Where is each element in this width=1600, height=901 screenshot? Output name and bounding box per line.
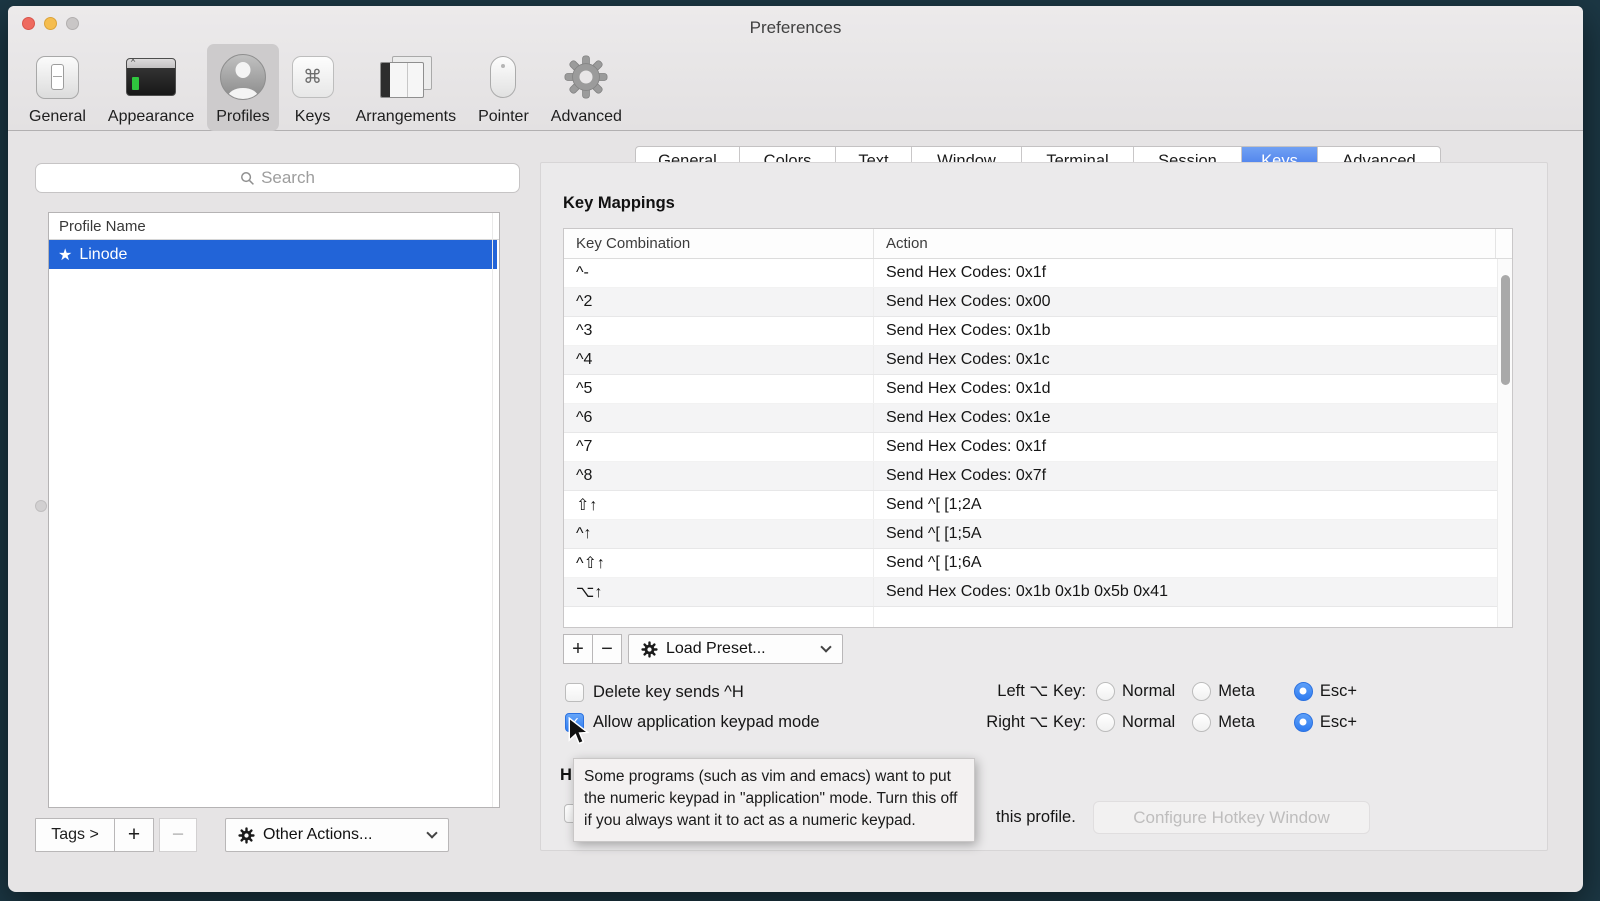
search-input[interactable]: Search: [35, 163, 520, 193]
gear-icon: [238, 827, 255, 844]
right-option-esc[interactable]: Esc+: [1294, 713, 1357, 732]
toolbar-item-profiles[interactable]: Profiles: [207, 44, 278, 131]
table-row[interactable]: ^7Send Hex Codes: 0x1f: [564, 433, 1512, 462]
left-option-esc[interactable]: Esc+: [1294, 682, 1357, 701]
toolbar-item-arrangements[interactable]: Arrangements: [347, 44, 466, 131]
table-row[interactable]: ^3Send Hex Codes: 0x1b: [564, 317, 1512, 346]
profile-row-linode[interactable]: ★ Linode: [49, 240, 497, 269]
left-option-key-label: Left ⌥ Key:: [964, 681, 1086, 701]
search-placeholder: Search: [261, 168, 315, 188]
column-header-key-combination[interactable]: Key Combination: [564, 229, 874, 258]
remove-mapping-button[interactable]: −: [592, 634, 622, 664]
chevron-down-icon: [820, 641, 831, 652]
right-option-normal[interactable]: Normal: [1096, 713, 1175, 732]
mouse-cursor-icon: [567, 717, 593, 747]
star-icon: ★: [58, 245, 72, 265]
toolbar-item-keys[interactable]: ⌘ Keys: [283, 44, 343, 131]
key-mapping-controls: + − Load Preset...: [563, 634, 843, 664]
other-actions-dropdown[interactable]: Other Actions...: [225, 818, 449, 852]
keypad-mode-checkbox-row: ✓ Allow application keypad mode: [565, 713, 820, 732]
column-header-action[interactable]: Action: [874, 229, 1496, 258]
other-actions-label: Other Actions...: [263, 826, 372, 844]
window-title: Preferences: [8, 18, 1583, 38]
left-option-key-group: Left ⌥ Key: Normal Meta Esc+: [964, 681, 1357, 701]
keypad-mode-label: Allow application keypad mode: [593, 713, 820, 732]
table-row[interactable]: ^4Send Hex Codes: 0x1c: [564, 346, 1512, 375]
toolbar-item-pointer[interactable]: Pointer: [469, 44, 538, 131]
table-row[interactable]: ^-Send Hex Codes: 0x1f: [564, 259, 1512, 288]
advanced-gear-icon: [563, 51, 609, 103]
remove-profile-button[interactable]: −: [159, 818, 197, 852]
left-option-meta[interactable]: Meta: [1192, 682, 1255, 701]
table-row[interactable]: ^⇧↑Send ^[ [1;6A: [564, 549, 1512, 578]
table-row[interactable]: ⇧↑Send ^[ [1;2A: [564, 491, 1512, 520]
toolbar-item-advanced[interactable]: Advanced: [542, 44, 631, 131]
delete-key-checkbox-row: Delete key sends ^H: [565, 683, 744, 702]
general-icon: [36, 51, 79, 103]
table-header: Key Combination Action: [564, 229, 1512, 259]
right-option-meta[interactable]: Meta: [1192, 713, 1255, 732]
sidebar-footer: Tags > + − Other Actions...: [35, 818, 475, 852]
table-row-partial: [564, 607, 1512, 628]
gear-icon: [641, 641, 658, 658]
search-icon: [240, 171, 255, 186]
add-profile-button[interactable]: +: [114, 818, 154, 852]
hotkey-heading-fragment: H: [560, 766, 572, 785]
appearance-icon: [126, 51, 176, 103]
key-mappings-table: Key Combination Action ^-Send Hex Codes:…: [563, 228, 1513, 628]
toolbar-item-appearance[interactable]: Appearance: [99, 44, 203, 131]
chevron-down-icon: [426, 827, 437, 838]
load-preset-dropdown[interactable]: Load Preset...: [628, 634, 843, 664]
toolbar-item-general[interactable]: General: [20, 44, 95, 131]
arrangements-icon: [380, 51, 432, 103]
pointer-icon: [490, 51, 516, 103]
table-row[interactable]: ^6Send Hex Codes: 0x1e: [564, 404, 1512, 433]
right-option-key-group: Right ⌥ Key: Normal Meta Esc+: [964, 712, 1357, 732]
profiles-icon: [220, 51, 266, 103]
hotkey-text-fragment: this profile.: [996, 808, 1076, 827]
preferences-toolbar: General Appearance Profiles ⌘ Keys Arran…: [20, 44, 631, 131]
profile-name: Linode: [79, 246, 127, 264]
left-option-normal[interactable]: Normal: [1096, 682, 1175, 701]
table-row[interactable]: ^8Send Hex Codes: 0x7f: [564, 462, 1512, 491]
table-row[interactable]: ^2Send Hex Codes: 0x00: [564, 288, 1512, 317]
delete-key-checkbox[interactable]: [565, 683, 584, 702]
table-row[interactable]: ^5Send Hex Codes: 0x1d: [564, 375, 1512, 404]
configure-hotkey-window-button[interactable]: Configure Hotkey Window: [1093, 801, 1370, 834]
table-row[interactable]: ^↑Send ^[ [1;5A: [564, 520, 1512, 549]
keypad-mode-tooltip: Some programs (such as vim and emacs) wa…: [573, 758, 975, 842]
preferences-window: Preferences General Appearance Profiles …: [8, 6, 1583, 892]
profile-list-header: Profile Name: [49, 213, 499, 240]
load-preset-label: Load Preset...: [666, 640, 766, 658]
table-scrollbar: [1497, 259, 1512, 627]
tags-button[interactable]: Tags >: [35, 818, 115, 852]
table-row[interactable]: ⌥↑Send Hex Codes: 0x1b 0x1b 0x5b 0x41: [564, 578, 1512, 607]
add-mapping-button[interactable]: +: [563, 634, 593, 664]
profile-list: Profile Name ★ Linode: [48, 212, 500, 808]
key-mappings-title: Key Mappings: [563, 194, 675, 213]
pane-splitter-knob[interactable]: [35, 500, 47, 512]
keys-icon: ⌘: [292, 51, 334, 103]
column-divider: [492, 213, 493, 807]
scrollbar-thumb[interactable]: [1501, 275, 1510, 385]
right-option-key-label: Right ⌥ Key:: [964, 712, 1086, 732]
window-chrome: Preferences General Appearance Profiles …: [8, 6, 1583, 131]
delete-key-label: Delete key sends ^H: [593, 683, 744, 702]
screen: { "window": { "title": "Preferences" }, …: [0, 0, 1600, 901]
